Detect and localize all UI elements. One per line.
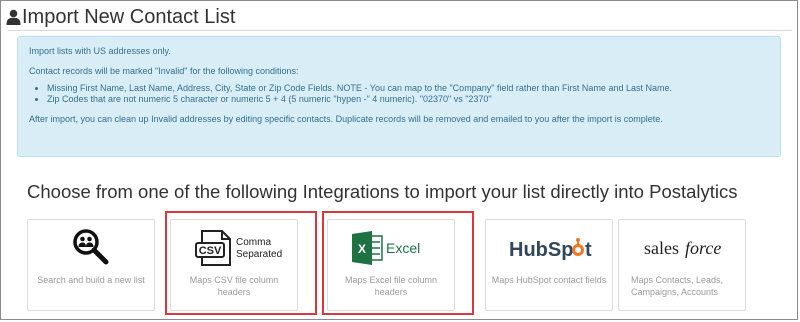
csv-file-icon: CSV Comma Separated [195, 230, 282, 266]
list-item: Missing First Name, Last Name, Address, … [47, 83, 780, 94]
card-logo: CSV Comma Separated [171, 228, 297, 268]
list-item: Zip Codes that are not numeric 5 charact… [47, 94, 780, 105]
card-description: Maps Contacts, Leads, Campaigns, Account… [631, 275, 724, 297]
integration-card-search[interactable]: Search and build a new list [27, 219, 155, 311]
card-description: Maps HubSpot contact fields [491, 275, 607, 285]
card-logo: X Excel [328, 228, 454, 268]
integration-card-hubspot[interactable]: HubSp t Maps HubSpot contact fields [485, 219, 613, 311]
salesforce-logo-text-b: force [685, 238, 721, 258]
card-description: Maps CSV file column headers [189, 275, 279, 297]
title-divider [8, 30, 792, 31]
card-logo: sales force [619, 228, 745, 268]
integration-card-csv[interactable]: CSV Comma Separated Maps CSV file column… [170, 219, 298, 311]
card-description: Search and build a new list [37, 275, 145, 285]
hubspot-logo: HubSp t [509, 238, 592, 261]
info-line-us-only: Import lists with US addresses only. [29, 46, 171, 56]
csv-logo-line1: Comma [236, 237, 271, 248]
excel-logo-text: Excel [386, 240, 420, 256]
integration-card-salesforce[interactable]: sales force Maps Contacts, Leads, Campai… [618, 219, 746, 311]
info-line-invalid-conditions: Contact records will be marked "Invalid"… [29, 66, 299, 76]
info-line-cleanup: After import, you can clean up Invalid a… [29, 114, 663, 124]
salesforce-logo-text-a: sales [644, 238, 679, 258]
user-icon [6, 9, 21, 25]
card-logo [28, 228, 154, 268]
page-title: Import New Contact List [22, 5, 236, 28]
csv-badge-text: CSV [199, 245, 222, 257]
excel-icon: X Excel [352, 231, 420, 265]
salesforce-logo: sales force [644, 238, 721, 258]
svg-text:X: X [358, 242, 366, 256]
hubspot-logo-text-b: t [585, 239, 592, 261]
page-header: Import New Contact List [6, 5, 235, 29]
hubspot-logo-text-a: HubSp [509, 239, 573, 261]
integrations-heading: Choose from one of the following Integra… [27, 181, 738, 202]
integration-card-excel[interactable]: X Excel Maps Excel file column headers [327, 219, 455, 311]
info-alert: Import lists with US addresses only. Con… [17, 36, 781, 157]
csv-logo-line2: Separated [236, 249, 282, 260]
invalid-conditions-list: Missing First Name, Last Name, Address, … [29, 83, 780, 105]
card-description: Maps Excel file column headers [344, 275, 438, 297]
card-logo: HubSp t [486, 228, 612, 268]
search-people-icon [73, 229, 109, 265]
